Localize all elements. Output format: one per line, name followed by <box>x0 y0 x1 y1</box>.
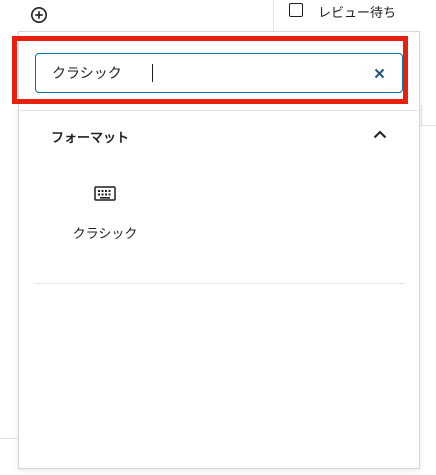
text-caret <box>152 64 153 82</box>
keyboard-icon <box>94 186 116 202</box>
divider <box>34 283 404 284</box>
panel-title: フォーマット <box>51 131 130 146</box>
block-item-classic[interactable]: クラシック <box>60 172 150 252</box>
divider <box>418 125 436 126</box>
chevron-up-icon[interactable] <box>372 126 388 142</box>
block-search-box[interactable] <box>35 53 403 93</box>
add-block-icon[interactable] <box>30 6 48 24</box>
pending-review-label: レビュー待ち <box>318 6 397 21</box>
pending-review-checkbox[interactable] <box>289 3 303 17</box>
block-item-label: クラシック <box>72 227 138 242</box>
divider <box>421 105 422 125</box>
divider <box>0 438 20 439</box>
block-search-input[interactable] <box>52 61 352 85</box>
close-icon[interactable] <box>372 66 386 80</box>
divider <box>19 110 419 111</box>
